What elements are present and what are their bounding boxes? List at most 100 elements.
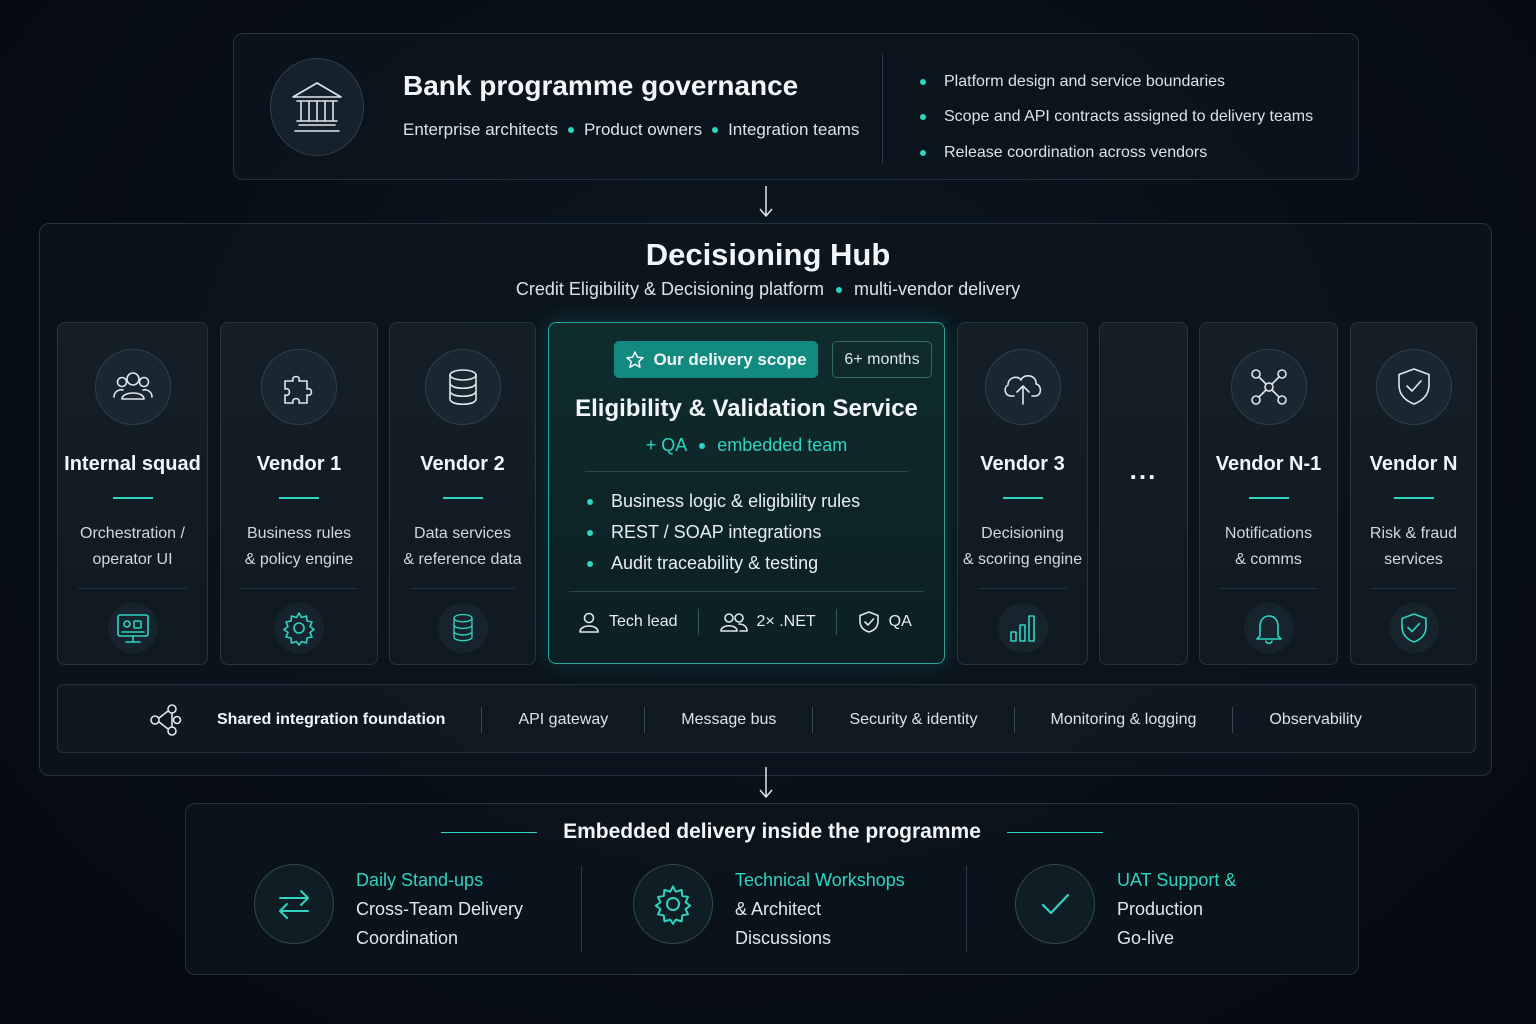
card-vendor-3: Vendor 3 Decisioning & scoring engine bbox=[957, 322, 1088, 665]
embedded-item-text: & Architect bbox=[735, 899, 822, 919]
divider bbox=[585, 471, 908, 472]
card-vendor-n: Vendor N Risk & fraud services bbox=[1350, 322, 1477, 665]
embedded-item-text: Discussions bbox=[735, 928, 832, 948]
share-nodes-icon bbox=[150, 704, 182, 736]
bullet-dot bbox=[567, 127, 574, 133]
card-vendor-2: Vendor 2 Data services & reference data bbox=[389, 322, 536, 665]
embedded-item-text: Production bbox=[1117, 899, 1204, 919]
list-item: Audit traceability & testing bbox=[587, 548, 860, 579]
star-icon bbox=[626, 350, 645, 368]
governance-title: Bank programme governance bbox=[403, 70, 799, 101]
divider bbox=[966, 866, 967, 952]
embedded-item-uat: UAT Support & Production Go-live bbox=[1015, 864, 1236, 953]
shared-integration-foundation: Shared integration foundation API gatewa… bbox=[57, 684, 1476, 753]
card-internal-squad: Internal squad Orchestration / operator U… bbox=[57, 322, 208, 665]
featured-subtitle: + QA embedded team bbox=[549, 435, 944, 456]
shield-check-icon bbox=[858, 611, 879, 633]
accent-underline bbox=[1248, 497, 1289, 499]
divider bbox=[1371, 588, 1456, 589]
card-description-line: services bbox=[1384, 551, 1443, 568]
featured-subtitle-right: embedded team bbox=[717, 435, 848, 455]
list-item-text: Release coordination across vendors bbox=[944, 143, 1208, 161]
bullet-dot bbox=[836, 286, 843, 293]
database-icon bbox=[424, 349, 501, 425]
card-description-line: & policy engine bbox=[244, 551, 354, 568]
embedded-delivery-panel: Embedded delivery inside the programme D… bbox=[185, 803, 1359, 975]
team-label: 2× .NET bbox=[756, 613, 816, 630]
list-item-text: Business logic & eligibility rules bbox=[611, 491, 861, 511]
embedded-title-text: Embedded delivery inside the programme bbox=[563, 820, 981, 843]
embedded-item-text: Go-live bbox=[1117, 928, 1175, 948]
team-tech-lead: Tech lead bbox=[577, 610, 678, 634]
cloud-upload-icon bbox=[984, 349, 1061, 425]
database-icon bbox=[437, 603, 488, 653]
bullet-dot bbox=[920, 114, 926, 121]
foundation-label: Shared integration foundation bbox=[217, 710, 446, 728]
list-item-text: Scope and API contracts assigned to deli… bbox=[944, 108, 1314, 126]
card-description-line: Business rules bbox=[246, 525, 352, 542]
foundation-item: Observability bbox=[1269, 710, 1362, 728]
card-vendor-1: Vendor 1 Business rules & policy engine bbox=[220, 322, 378, 665]
divider bbox=[978, 588, 1067, 589]
network-icon bbox=[1230, 349, 1307, 425]
bullet-dot bbox=[587, 529, 593, 536]
card-description: Risk & fraud services bbox=[1351, 521, 1476, 573]
card-name: Vendor 3 bbox=[980, 453, 1065, 475]
role-item: Enterprise architects bbox=[403, 120, 558, 139]
list-item: Scope and API contracts assigned to deli… bbox=[920, 100, 1313, 136]
governance-roles: Enterprise architects Product owners Int… bbox=[403, 120, 859, 140]
bullet-dot bbox=[699, 442, 706, 449]
card-description: Orchestration / operator UI bbox=[58, 521, 207, 573]
foundation-row: Shared integration foundation API gatewa… bbox=[217, 685, 1362, 754]
card-description: Business rules & policy engine bbox=[221, 521, 377, 573]
team-qa: QA bbox=[857, 610, 912, 634]
role-item: Integration teams bbox=[728, 120, 860, 139]
card-description-line: operator UI bbox=[92, 551, 173, 568]
accent-underline bbox=[1393, 497, 1434, 499]
shield-check-icon bbox=[1388, 603, 1439, 653]
list-item-text: Audit traceability & testing bbox=[611, 553, 819, 573]
embedded-item-text: Coordination bbox=[356, 928, 459, 948]
divider bbox=[644, 706, 646, 733]
badge-label: Our delivery scope bbox=[653, 349, 807, 369]
card-featured-eligibility-service: Our delivery scope 6+ months Eligibility… bbox=[548, 322, 945, 664]
accent-underline bbox=[112, 497, 153, 499]
team-developers: 2× .NET bbox=[719, 610, 816, 634]
divider bbox=[410, 588, 515, 589]
arrow-down-icon bbox=[759, 186, 773, 218]
responsibility-list: Platform design and service boundaries S… bbox=[920, 64, 1313, 171]
card-description: Data services & reference data bbox=[390, 521, 535, 573]
list-item: Business logic & eligibility rules bbox=[587, 486, 860, 517]
card-description: Decisioning & scoring engine bbox=[958, 521, 1087, 573]
team-composition: Tech lead 2× .NET QA bbox=[577, 609, 924, 635]
divider bbox=[569, 591, 924, 592]
users-icon bbox=[94, 349, 171, 425]
team-label: QA bbox=[888, 613, 912, 630]
embedded-title: Embedded delivery inside the programme bbox=[186, 820, 1358, 844]
swap-arrows-icon bbox=[254, 864, 334, 944]
accent-line bbox=[441, 831, 538, 833]
embedded-item-standups: Daily Stand-ups Cross-Team Delivery Coor… bbox=[254, 864, 523, 953]
list-item-text: Platform design and service boundaries bbox=[944, 72, 1226, 90]
gear-icon bbox=[633, 864, 713, 944]
bell-icon bbox=[1243, 603, 1294, 653]
role-item: Product owners bbox=[583, 120, 703, 139]
divider bbox=[78, 588, 187, 589]
governance-panel: Bank programme governance Enterprise arc… bbox=[233, 33, 1359, 180]
hub-title: Decisioning Hub bbox=[645, 237, 891, 272]
embedded-item-heading: UAT Support & bbox=[1117, 870, 1237, 890]
card-description-line: & reference data bbox=[403, 551, 522, 568]
accent-underline bbox=[1002, 497, 1043, 499]
divider bbox=[697, 609, 699, 635]
card-description-line: & scoring engine bbox=[962, 551, 1083, 568]
hub-subtitle: Credit Eligibility & Decisioning platfor… bbox=[0, 279, 1536, 300]
featured-bullet-list: Business logic & eligibility rules REST … bbox=[587, 486, 860, 579]
divider bbox=[1232, 706, 1234, 733]
divider bbox=[882, 54, 883, 164]
embedded-item-workshops: Technical Workshops & Architect Discussi… bbox=[633, 864, 905, 953]
featured-title: Eligibility & Validation Service bbox=[575, 395, 918, 422]
gear-icon bbox=[274, 603, 324, 653]
bank-icon bbox=[270, 58, 364, 156]
card-name: Vendor N-1 bbox=[1215, 453, 1322, 475]
divider bbox=[1220, 588, 1317, 589]
